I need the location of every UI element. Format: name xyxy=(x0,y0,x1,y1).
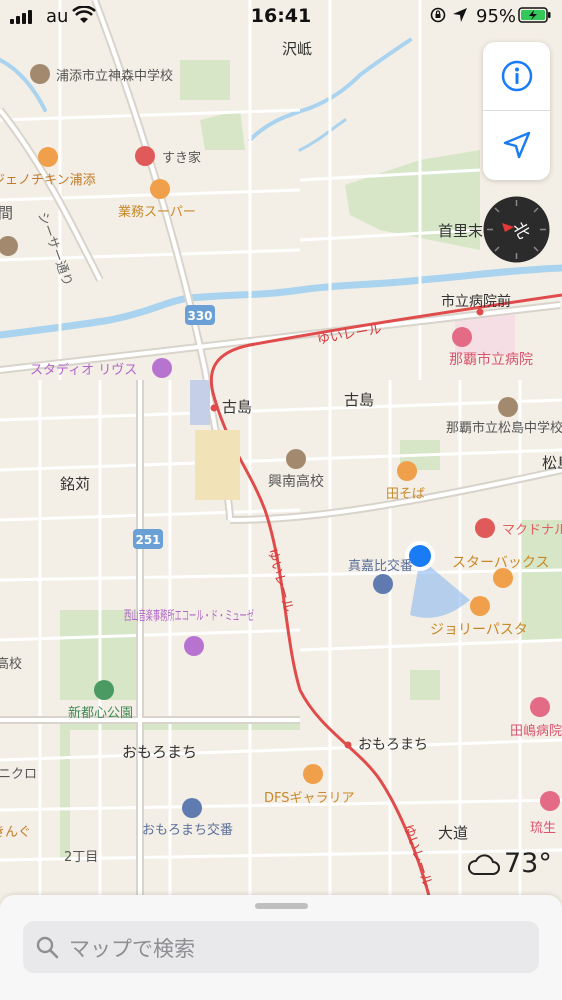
label-ryusei: 琉生 xyxy=(530,821,556,836)
compass-button[interactable]: 北 xyxy=(483,196,550,263)
location-arrow-icon xyxy=(503,131,530,159)
label-nichome: 2丁目 xyxy=(64,850,98,865)
label-tagema: 田嶋病院 xyxy=(510,724,562,739)
battery-charging-icon xyxy=(518,7,551,23)
route-shield-330: 330 xyxy=(185,305,215,325)
label-matsushima-school: 那覇市立松島中学校 xyxy=(446,420,562,436)
label-kamimori-school: 浦添市立神森中学校 xyxy=(56,68,173,84)
weather-widget: 73° xyxy=(466,848,552,879)
label-naha-hospital: 那覇市立病院 xyxy=(449,351,533,368)
rotation-lock-icon xyxy=(430,7,446,23)
label-omoromachi-station: おもろまち xyxy=(358,737,428,753)
label-starbucks: スターバックス xyxy=(452,555,549,571)
battery-percent: 95% xyxy=(476,6,517,27)
info-button[interactable] xyxy=(483,42,550,110)
sheet-grabber[interactable] xyxy=(255,903,308,909)
label-makabi: 真嘉比交番 xyxy=(348,558,413,574)
label-meikari: 銘苅 xyxy=(60,475,90,493)
label-dfs: DFSギャラリア xyxy=(264,791,355,806)
current-location-button[interactable] xyxy=(483,111,550,179)
label-kingu: きんぐ xyxy=(0,825,31,840)
route-shield-251: 251 xyxy=(133,529,163,549)
info-icon xyxy=(501,60,532,92)
label-furujima: 古島 xyxy=(344,391,374,409)
svg-text:330: 330 xyxy=(187,309,212,323)
svg-text:251: 251 xyxy=(135,533,160,547)
compass-icon: 北 xyxy=(483,196,550,263)
search-field[interactable]: マップで検索 xyxy=(23,921,539,973)
label-sukiya: すき家 xyxy=(162,150,201,166)
label-nikuro: ニクロ xyxy=(0,767,37,782)
label-oomichi: 大道 xyxy=(438,824,468,842)
label-gyomu: 業務スーパー xyxy=(118,204,196,220)
label-konan: 興南高校 xyxy=(268,473,324,490)
location-services-icon xyxy=(453,8,467,22)
map-controls xyxy=(483,42,550,180)
label-sawaju: 沢岻 xyxy=(282,40,312,58)
status-bar: au 16:41 95% xyxy=(0,0,562,34)
label-chicken: ジェノチキン浦添 xyxy=(0,173,96,188)
label-matsu: 松島 xyxy=(542,454,562,472)
temperature: 73° xyxy=(504,848,552,879)
search-sheet[interactable]: マップで検索 xyxy=(0,895,562,1000)
search-icon xyxy=(36,936,59,959)
label-jolly: ジョリーパスタ xyxy=(430,622,528,638)
label-furujima-station: 古島 xyxy=(222,398,252,416)
cloud-icon xyxy=(468,853,500,875)
label-omoromachi-koban: おもろまち交番 xyxy=(142,822,233,838)
label-koko: 高校 xyxy=(0,656,22,672)
search-placeholder: マップで検索 xyxy=(69,937,195,961)
label-ma: 間 xyxy=(0,204,13,222)
station-omoromachi-dot xyxy=(344,741,352,749)
label-mcdonalds: マクドナルド xyxy=(502,523,562,538)
label-nishiyama: 西山音楽事務所エコール・ド・ミューゼ xyxy=(124,608,254,624)
label-shiritsu-byoin-mae: 市立病院前 xyxy=(441,293,511,310)
label-studio: スタディオ リヴス xyxy=(30,362,137,378)
label-tasoba: 田そば xyxy=(386,487,425,502)
station-furujima-dot xyxy=(210,404,218,412)
label-park: 新都心公園 xyxy=(68,705,133,721)
furujima-yellow-block xyxy=(195,430,240,500)
furujima-station-block xyxy=(190,380,210,425)
label-omoromachi-area: おもろまち xyxy=(122,743,197,761)
